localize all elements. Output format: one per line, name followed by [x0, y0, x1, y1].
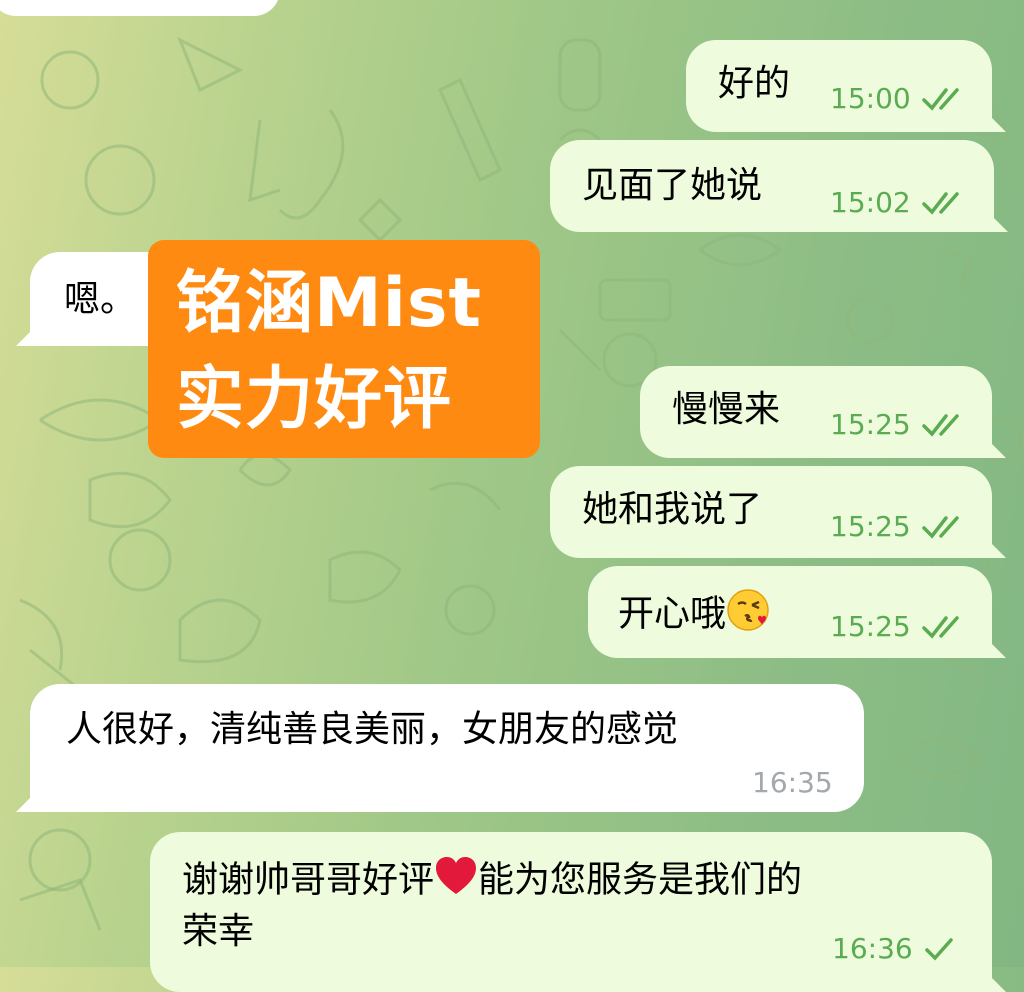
message-text: 谢谢帅哥哥好评 能为您服务是我们的 [182, 856, 802, 907]
single-check-icon [923, 936, 957, 962]
incoming-message[interactable]: 人很好，清纯善良美丽，女朋友的感觉 16:35 [30, 684, 864, 812]
double-check-icon [921, 190, 967, 216]
message-text-line-2: 荣幸 [182, 911, 255, 952]
message-text: 开心哦 [618, 588, 770, 643]
message-time: 16:35 [752, 766, 833, 799]
previous-message-bubble-partial [0, 0, 280, 16]
message-time: 15:25 [830, 510, 911, 543]
outgoing-message[interactable]: 见面了她说 15:02 [550, 140, 994, 232]
message-time: 15:25 [830, 408, 911, 441]
message-time: 16:36 [832, 932, 913, 965]
double-check-icon [921, 412, 967, 438]
watermark-badge: 铭涵Mist 实力好评 [148, 240, 540, 458]
kissing-face-emoji [726, 588, 770, 643]
outgoing-message[interactable]: 她和我说了 15:25 [550, 466, 992, 558]
outgoing-message[interactable]: 慢慢来 15:25 [640, 366, 992, 458]
double-check-icon [921, 514, 967, 540]
message-meta: 15:02 [830, 186, 967, 219]
message-text-content: 开心哦 [618, 593, 727, 635]
outgoing-message[interactable]: 好的 15:00 [686, 40, 992, 132]
message-text: 人很好，清纯善良美丽，女朋友的感觉 [66, 709, 679, 750]
badge-line-2: 实力好评 [176, 360, 453, 439]
red-heart-emoji [434, 856, 478, 907]
double-check-icon [921, 86, 967, 112]
outgoing-message[interactable]: 开心哦 15:25 [588, 566, 992, 658]
message-time: 15:25 [830, 610, 911, 643]
message-text: 她和我说了 [582, 489, 763, 530]
outgoing-message[interactable]: 谢谢帅哥哥好评 能为您服务是我们的 荣幸 16:36 [150, 832, 992, 992]
badge-line-1: 铭涵Mist [176, 264, 482, 343]
message-text-part-2: 能为您服务是我们的 [478, 859, 803, 901]
message-meta: 15:25 [830, 510, 967, 543]
message-text: 慢慢来 [672, 389, 781, 430]
message-time: 15:02 [830, 186, 911, 219]
message-meta: 15:25 [830, 408, 967, 441]
message-text-part-1: 谢谢帅哥哥好评 [182, 859, 435, 901]
message-meta: 16:36 [832, 932, 957, 965]
message-text: 见面了她说 [582, 165, 763, 206]
message-text: 好的 [718, 63, 791, 104]
message-meta: 15:00 [830, 82, 967, 115]
message-meta: 15:25 [830, 610, 967, 643]
message-text: 嗯。 [64, 279, 137, 320]
message-time: 15:00 [830, 82, 911, 115]
message-meta: 16:35 [752, 766, 833, 799]
double-check-icon [921, 614, 967, 640]
